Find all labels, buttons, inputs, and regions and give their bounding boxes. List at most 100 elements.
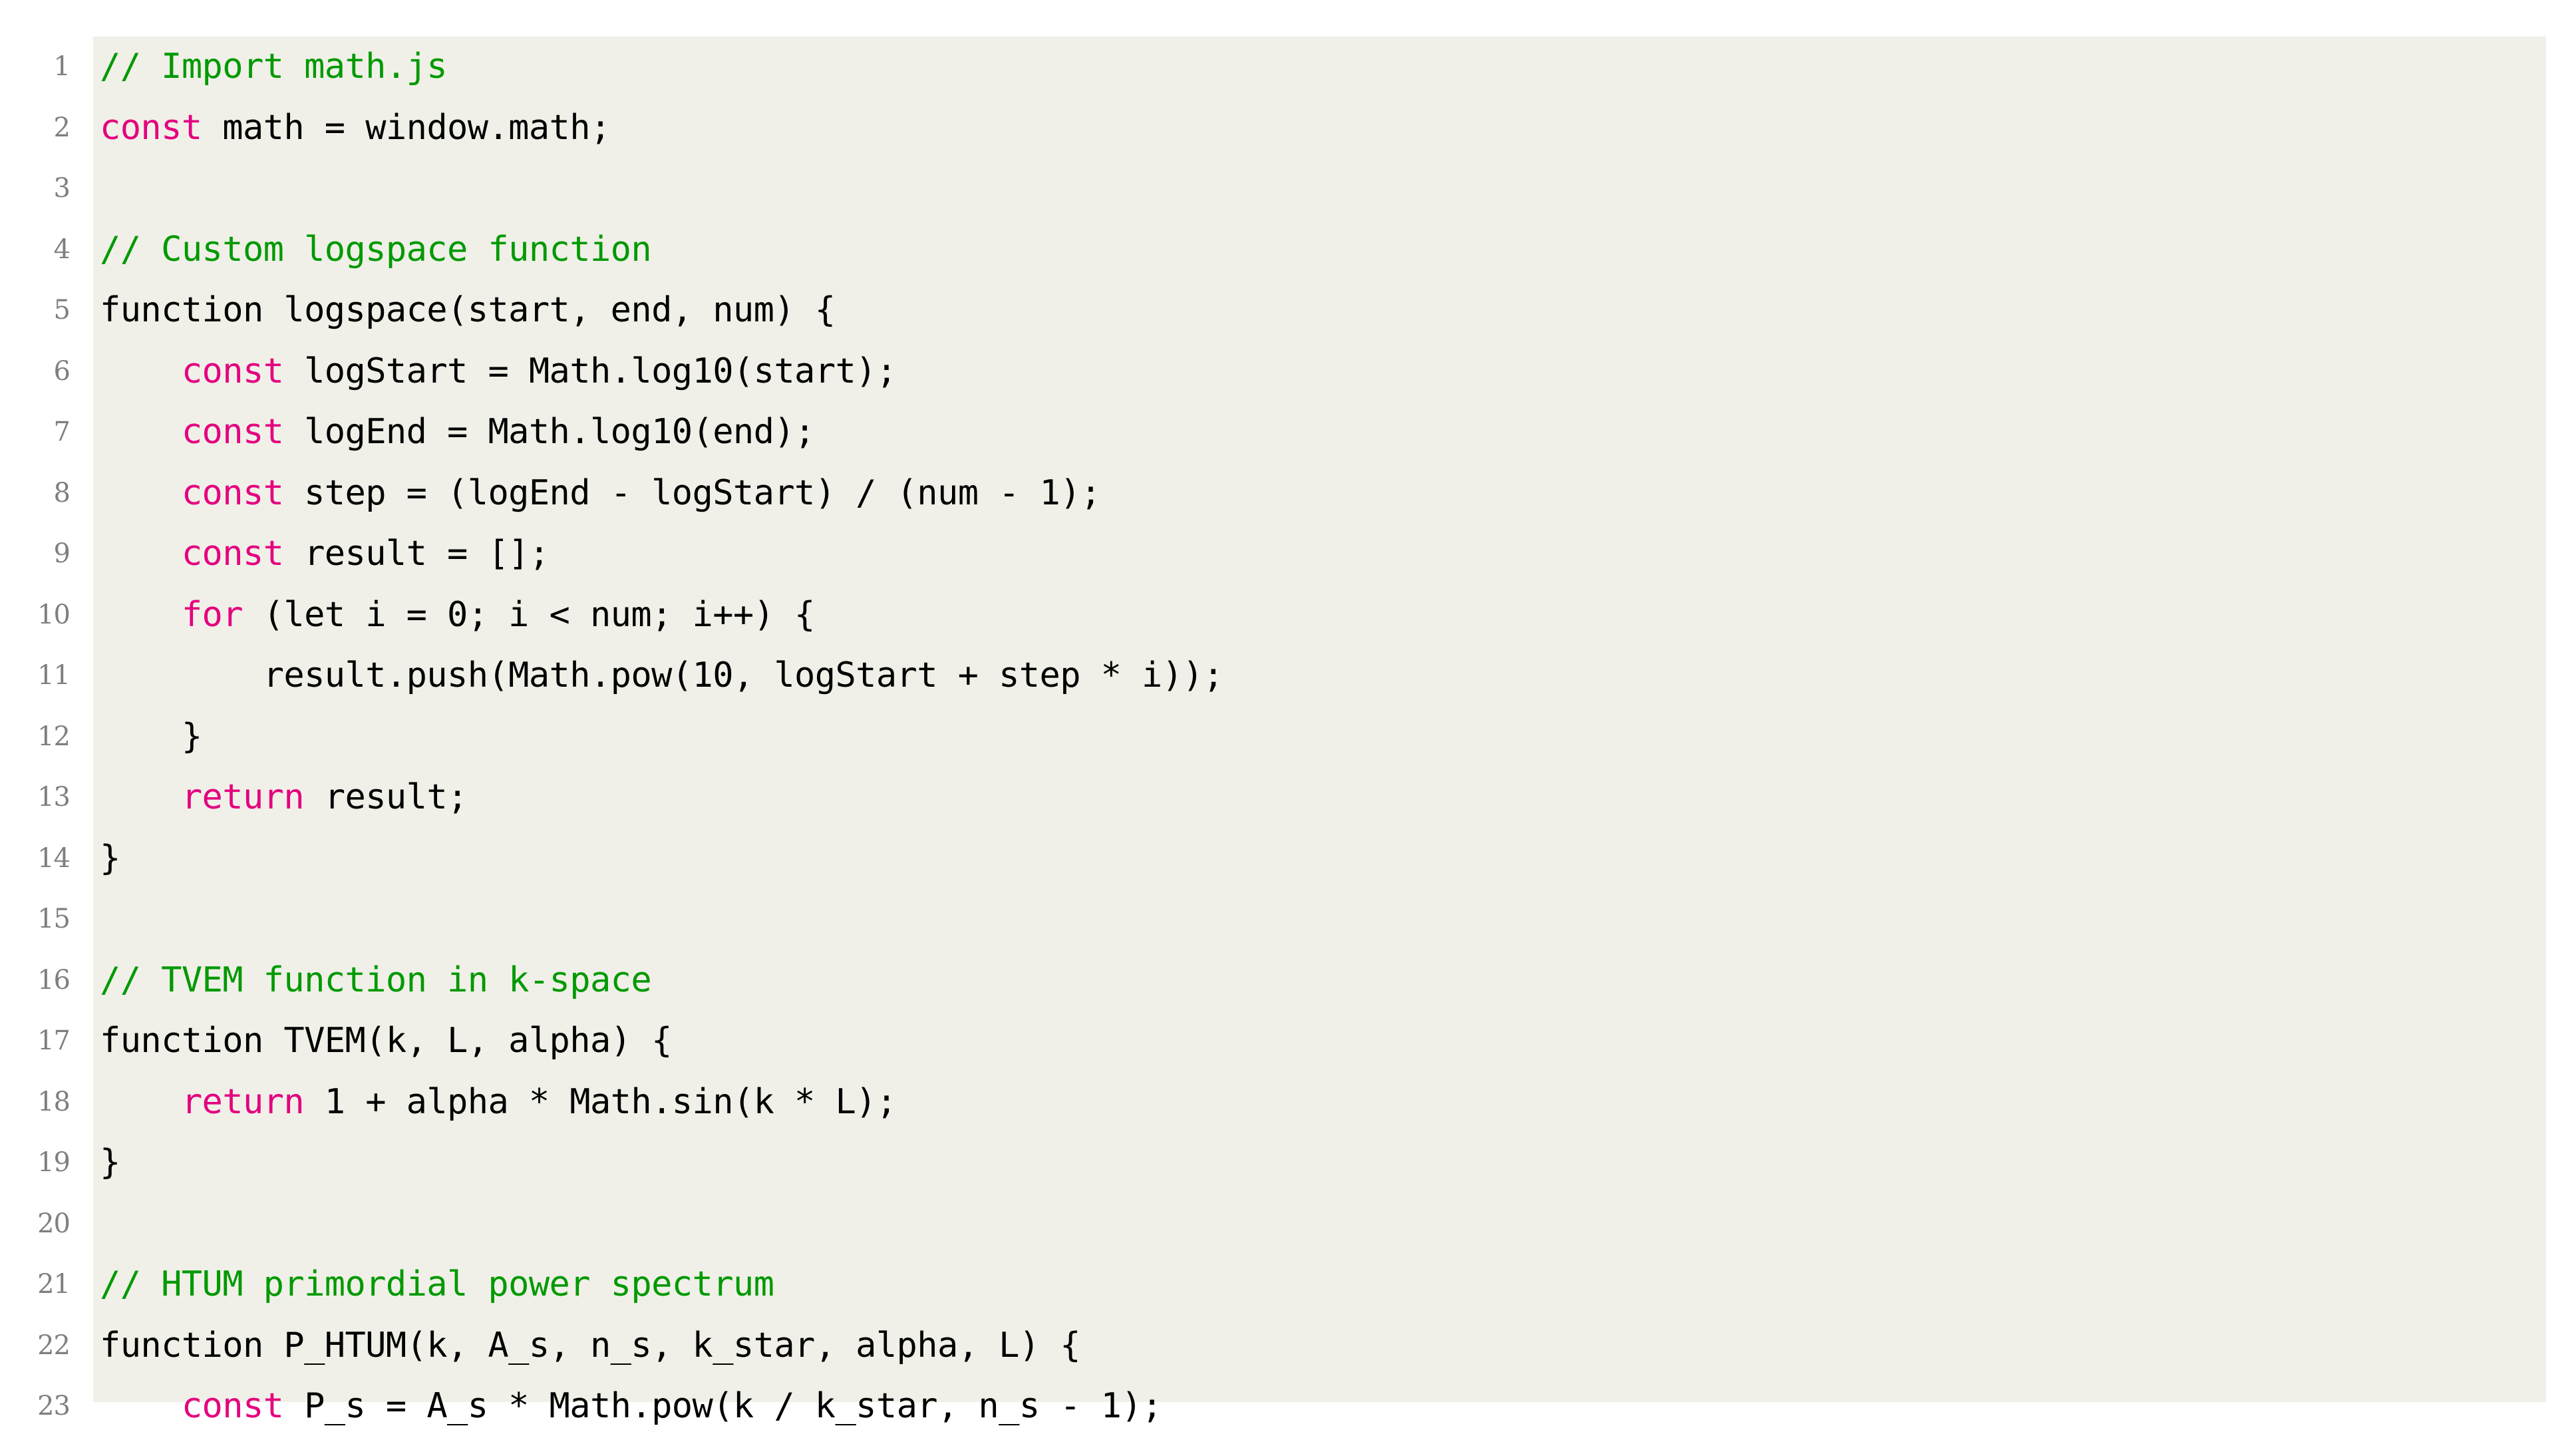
code-token-kw: const bbox=[181, 1386, 284, 1426]
line-number: 4 bbox=[53, 234, 71, 265]
line-number: 1 bbox=[53, 51, 71, 82]
line-number: 14 bbox=[37, 842, 71, 874]
code-line: 15 bbox=[0, 889, 2576, 950]
line-number: 7 bbox=[53, 417, 71, 447]
code-token-comment: // HTUM primordial power spectrum bbox=[100, 1264, 774, 1304]
code-line-text: const result = []; bbox=[100, 524, 550, 585]
code-token-plain: result = []; bbox=[283, 534, 550, 574]
code-line: 9 const result = []; bbox=[0, 524, 2576, 585]
code-token-plain: } bbox=[100, 838, 120, 878]
code-line: 23 const P_s = A_s * Math.pow(k / k_star… bbox=[0, 1376, 2576, 1437]
line-number: 16 bbox=[37, 964, 71, 995]
code-token-plain: math = window.math; bbox=[202, 107, 611, 148]
code-line-text: function P_HTUM(k, A_s, n_s, k_star, alp… bbox=[100, 1316, 1081, 1377]
line-number: 9 bbox=[53, 538, 71, 569]
code-line: 12 } bbox=[0, 707, 2576, 768]
code-line: 10 for (let i = 0; i < num; i++) { bbox=[0, 585, 2576, 646]
code-token-comment: // Custom logspace function bbox=[100, 229, 652, 270]
code-line: 16 // TVEM function in k-space bbox=[0, 950, 2576, 1011]
line-number: 2 bbox=[53, 112, 71, 143]
code-token-plain: 1 + alpha * Math.sin(k * L); bbox=[304, 1081, 897, 1122]
code-line: 14} bbox=[0, 828, 2576, 890]
code-token-plain: result; bbox=[304, 777, 468, 817]
code-line-text: function logspace(start, end, num) { bbox=[100, 280, 836, 341]
code-token-kw: const bbox=[181, 412, 284, 452]
code-token-kw: return bbox=[181, 777, 305, 817]
code-line-text: // Custom logspace function bbox=[100, 220, 652, 281]
code-line: 6 const logStart = Math.log10(start); bbox=[0, 341, 2576, 403]
code-line-text: } bbox=[100, 828, 120, 890]
line-number: 18 bbox=[37, 1086, 71, 1117]
code-line-text: for (let i = 0; i < num; i++) { bbox=[100, 585, 816, 646]
code-listing: 1 // Import math.js 2 const math = window.m… bbox=[0, 0, 2576, 1438]
code-line: 8 const step = (logEnd - logStart) / (nu… bbox=[0, 463, 2576, 524]
code-line-text: const P_s = A_s * Math.pow(k / k_star, n… bbox=[100, 1376, 1163, 1437]
line-number: 12 bbox=[37, 721, 71, 752]
line-number: 23 bbox=[37, 1391, 71, 1421]
code-line-text: const logEnd = Math.log10(end); bbox=[100, 402, 816, 463]
code-token-kw: return bbox=[181, 1081, 305, 1122]
code-line: 13 return result; bbox=[0, 767, 2576, 828]
code-token-kw: const bbox=[100, 107, 202, 148]
code-line-text: const math = window.math; bbox=[100, 98, 611, 159]
line-number: 10 bbox=[37, 599, 71, 630]
code-line: 22 function P_HTUM(k, A_s, n_s, k_star, a… bbox=[0, 1316, 2576, 1377]
code-line: 3 bbox=[0, 158, 2576, 220]
code-token-plain: } bbox=[100, 1143, 120, 1182]
code-line-text: return 1 + alpha * Math.sin(k * L); bbox=[100, 1072, 897, 1133]
line-number: 13 bbox=[37, 782, 71, 812]
code-line-text: const logStart = Math.log10(start); bbox=[100, 341, 897, 403]
code-line: 20 bbox=[0, 1194, 2576, 1255]
line-number: 6 bbox=[53, 355, 71, 387]
code-token-plain: } bbox=[100, 716, 202, 757]
code-token-plain: step = (logEnd - logStart) / (num - 1); bbox=[283, 472, 1101, 513]
code-token-plain: logStart = Math.log10(start); bbox=[283, 351, 897, 391]
line-number: 8 bbox=[53, 477, 71, 508]
code-token-comment: // Import math.js bbox=[100, 47, 448, 87]
code-line-text: function TVEM(k, L, alpha) { bbox=[100, 1011, 672, 1072]
code-token-plain: result.push(Math.pow(10, logStart + step… bbox=[100, 655, 1224, 695]
code-token-plain: function TVEM(k, L, alpha) { bbox=[100, 1021, 672, 1061]
line-number: 11 bbox=[37, 660, 71, 691]
code-token-plain: P_s = A_s * Math.pow(k / k_star, n_s - 1… bbox=[283, 1386, 1162, 1426]
line-number: 19 bbox=[37, 1147, 71, 1178]
code-line: 1 // Import math.js bbox=[0, 37, 2576, 98]
line-number: 3 bbox=[53, 173, 71, 204]
line-number: 17 bbox=[37, 1025, 71, 1056]
code-line-text: // TVEM function in k-space bbox=[100, 950, 652, 1011]
code-line: 21 // HTUM primordial power spectrum bbox=[0, 1254, 2576, 1316]
code-lines-container: 1 // Import math.js 2 const math = window.m… bbox=[0, 37, 2576, 1437]
code-line-text: } bbox=[100, 707, 202, 768]
line-number: 5 bbox=[53, 295, 71, 325]
code-line: 19} bbox=[0, 1133, 2576, 1194]
code-token-kw: const bbox=[181, 351, 284, 391]
code-line-text: return result; bbox=[100, 767, 468, 828]
code-line-text: // HTUM primordial power spectrum bbox=[100, 1254, 774, 1316]
line-number: 21 bbox=[37, 1269, 71, 1300]
line-number: 22 bbox=[37, 1330, 71, 1361]
code-line: 18 return 1 + alpha * Math.sin(k * L); bbox=[0, 1072, 2576, 1133]
code-line: 4 // Custom logspace function bbox=[0, 220, 2576, 281]
code-token-kw: const bbox=[181, 534, 284, 574]
code-token-plain: function P_HTUM(k, A_s, n_s, k_star, alp… bbox=[100, 1325, 1081, 1365]
line-number: 20 bbox=[37, 1208, 71, 1239]
code-token-kw: for bbox=[181, 594, 243, 635]
code-line: 7 const logEnd = Math.log10(end); bbox=[0, 402, 2576, 463]
code-line: 5 function logspace(start, end, num) { bbox=[0, 280, 2576, 341]
code-line: 2 const math = window.math; bbox=[0, 98, 2576, 159]
code-line-text: // Import math.js bbox=[100, 37, 448, 98]
code-line: 11 result.push(Math.pow(10, logStart + s… bbox=[0, 645, 2576, 707]
code-line-text: result.push(Math.pow(10, logStart + step… bbox=[100, 645, 1224, 707]
code-token-kw: const bbox=[181, 472, 284, 513]
code-token-plain: logEnd = Math.log10(end); bbox=[283, 412, 815, 452]
code-line: 17 function TVEM(k, L, alpha) { bbox=[0, 1011, 2576, 1072]
code-token-plain: (let i = 0; i < num; i++) { bbox=[242, 594, 816, 635]
